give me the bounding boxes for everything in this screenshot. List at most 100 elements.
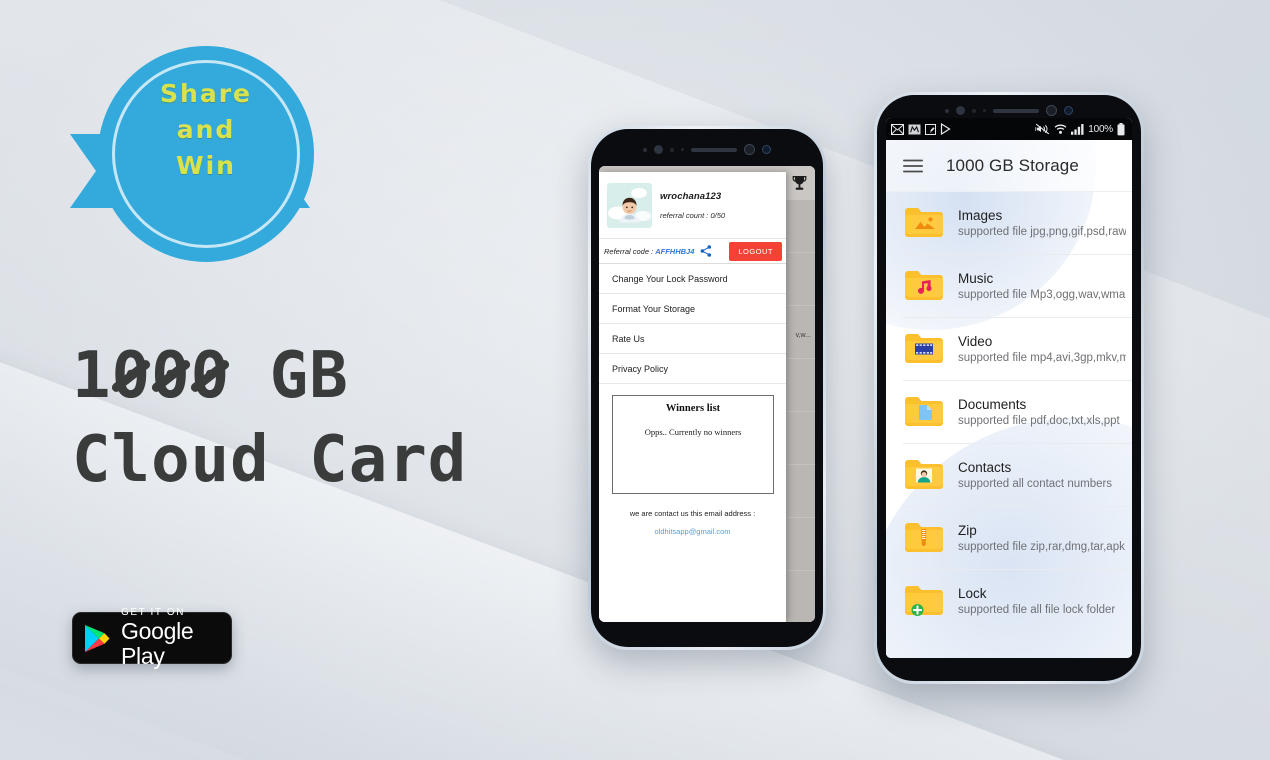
menu-item-privacy-policy[interactable]: Privacy Policy: [599, 354, 786, 384]
left-phone-sensors: [588, 144, 826, 155]
badge-line-1: Share: [112, 76, 300, 112]
list-divider: [903, 254, 1132, 255]
page-title: 1000 GB Cloud Card: [72, 334, 672, 502]
badge-line-3: Win: [112, 148, 300, 184]
google-play-label-group: GET IT ON Google Play: [121, 607, 220, 669]
referral-code-value[interactable]: AFFHHBJ4: [655, 247, 694, 256]
list-item-documents[interactable]: Documents supported file pdf,doc,txt,xls…: [886, 381, 1132, 443]
play-triangle-icon: [940, 123, 951, 135]
referral-count-label: referral count : 0/50: [660, 211, 726, 220]
wifi-icon: [1054, 124, 1067, 134]
iris-scanner-icon: [1046, 105, 1057, 116]
left-phone-screen: v,w... wrochana123 referral count: 0/50…: [599, 166, 815, 622]
referral-code-label: Referral code :: [604, 246, 654, 256]
google-play-label: Google Play: [121, 618, 194, 669]
winners-list-empty-message: Opps.. Currently no winners: [644, 427, 742, 437]
badge-line-2: and: [112, 112, 300, 148]
folder-music-icon: [905, 271, 943, 300]
list-item-texts: Video supported file mp4,avi,3gp,mkv,mov…: [958, 333, 1126, 366]
folder-images-icon: [905, 208, 943, 237]
contact-instruction-label: we are contact us this email address :: [629, 509, 756, 518]
list-item-title: Images: [958, 207, 1003, 223]
badge-text: Share and Win: [112, 76, 300, 184]
headline-line-2: Cloud Card: [72, 423, 468, 497]
menu-item-rate-us[interactable]: Rate Us: [599, 324, 786, 354]
list-item-lock[interactable]: Lock supported file all file lock folder: [886, 570, 1132, 632]
list-item-title: Lock: [958, 585, 987, 601]
app-m-icon: [908, 124, 921, 134]
folder-documents-icon: [905, 397, 943, 426]
system-status-icons: 100%: [1035, 122, 1125, 136]
headline-zero-3: 0: [191, 334, 231, 418]
list-item-title: Documents: [958, 396, 1027, 412]
trophy-icon[interactable]: [792, 175, 807, 191]
profile-header: wrochana123 referral count : 0/50: [599, 172, 786, 238]
list-item-contacts[interactable]: Contacts supported all contact numbers: [886, 444, 1132, 506]
list-item-subtitle: supported all contact numbers: [958, 477, 1113, 490]
app-content: 1000 GB Storage Images supported file jp…: [886, 140, 1132, 658]
list-item-subtitle: supported file pdf,doc,txt,xls,ppt: [958, 414, 1120, 427]
settings-menu-list: Change Your Lock Password Format Your St…: [599, 264, 786, 384]
list-divider: [903, 569, 1132, 570]
list-item-subtitle: supported file zip,rar,dmg,tar,apk,7z: [958, 540, 1126, 553]
winners-list-box: Winners list Opps.. Currently no winners: [612, 395, 774, 494]
mute-vibrate-icon: [1035, 123, 1050, 135]
list-item-images[interactable]: Images supported file jpg,png,gif,psd,ra…: [886, 192, 1132, 254]
share-and-win-badge: Share and Win: [70, 46, 314, 262]
list-item-texts: Documents supported file pdf,doc,txt,xls…: [958, 396, 1126, 429]
iris-scanner-icon: [744, 144, 755, 155]
right-phone-sensors: [874, 105, 1144, 116]
headline-zero-1: 0: [112, 334, 152, 418]
folder-zip-icon: [905, 523, 943, 552]
share-icon[interactable]: [700, 245, 712, 257]
headline-line-1: 1000 GB: [72, 334, 672, 418]
app-bar-title: 1000 GB Storage: [946, 155, 1079, 175]
mail-icon: [891, 123, 904, 135]
list-item-music[interactable]: Music supported file Mp3,ogg,wav,wma: [886, 255, 1132, 317]
list-item-title: Contacts: [958, 459, 1012, 475]
folder-contacts-icon: [905, 460, 943, 489]
list-item-title: Music: [958, 270, 994, 286]
front-camera-icon: [762, 145, 771, 154]
contact-email-link[interactable]: oldhitsapp@gmail.com: [599, 527, 786, 536]
list-item-title: Zip: [958, 522, 977, 538]
google-play-triangle-icon: [85, 624, 110, 652]
settings-drawer-panel: wrochana123 referral count : 0/50 Referr…: [599, 172, 786, 622]
right-phone-screen: 100% 1000 GB Storage Images supported fi…: [886, 118, 1132, 658]
list-divider: [903, 317, 1132, 318]
headline-one: 1: [72, 339, 112, 413]
list-item-video[interactable]: Video supported file mp4,avi,3gp,mkv,mov…: [886, 318, 1132, 380]
list-item-subtitle: supported file jpg,png,gif,psd,raw: [958, 225, 1126, 238]
username-label: wrochana123: [660, 191, 722, 202]
list-item-subtitle: supported file Mp3,ogg,wav,wma: [958, 288, 1126, 301]
battery-percent-label: 100%: [1088, 123, 1113, 135]
list-item-texts: Images supported file jpg,png,gif,psd,ra…: [958, 207, 1126, 240]
app-bar: 1000 GB Storage: [886, 140, 1132, 192]
profile-texts: wrochana123 referral count : 0/50: [660, 191, 778, 220]
menu-item-change-lock-password[interactable]: Change Your Lock Password: [599, 264, 786, 294]
folder-video-icon: [905, 334, 943, 363]
earpiece-speaker: [691, 147, 737, 152]
list-divider: [903, 506, 1132, 507]
folder-lock-add-icon: [905, 586, 943, 616]
notification-icons: [891, 123, 951, 135]
list-item-title: Video: [958, 333, 993, 349]
winners-list-title: Winners list: [665, 403, 721, 414]
list-item-subtitle: supported file all file lock folder: [958, 603, 1116, 616]
list-item-texts: Contacts supported all contact numbers: [958, 459, 1126, 492]
referral-code-row: Referral code : AFFHHBJ4 LOGOUT: [599, 238, 786, 264]
menu-item-format-storage[interactable]: Format Your Storage: [599, 294, 786, 324]
list-item-zip[interactable]: Zip supported file zip,rar,dmg,tar,apk,7…: [886, 507, 1132, 569]
avatar-clouds-illustration: [607, 183, 652, 228]
headline-zero-2: 0: [151, 334, 191, 418]
list-item-texts: Music supported file Mp3,ogg,wav,wma: [958, 270, 1126, 303]
note-pen-icon: [925, 123, 936, 135]
list-divider: [903, 380, 1132, 381]
hamburger-menu-icon[interactable]: [903, 159, 923, 173]
google-play-button[interactable]: GET IT ON Google Play: [72, 607, 232, 669]
left-phone-mockup: v,w... wrochana123 referral count: 0/50…: [588, 126, 826, 650]
logout-button[interactable]: LOGOUT: [729, 241, 782, 261]
list-item-texts: Lock supported file all file lock folder: [958, 585, 1126, 618]
list-divider: [903, 443, 1132, 444]
front-camera-icon: [1064, 106, 1073, 115]
